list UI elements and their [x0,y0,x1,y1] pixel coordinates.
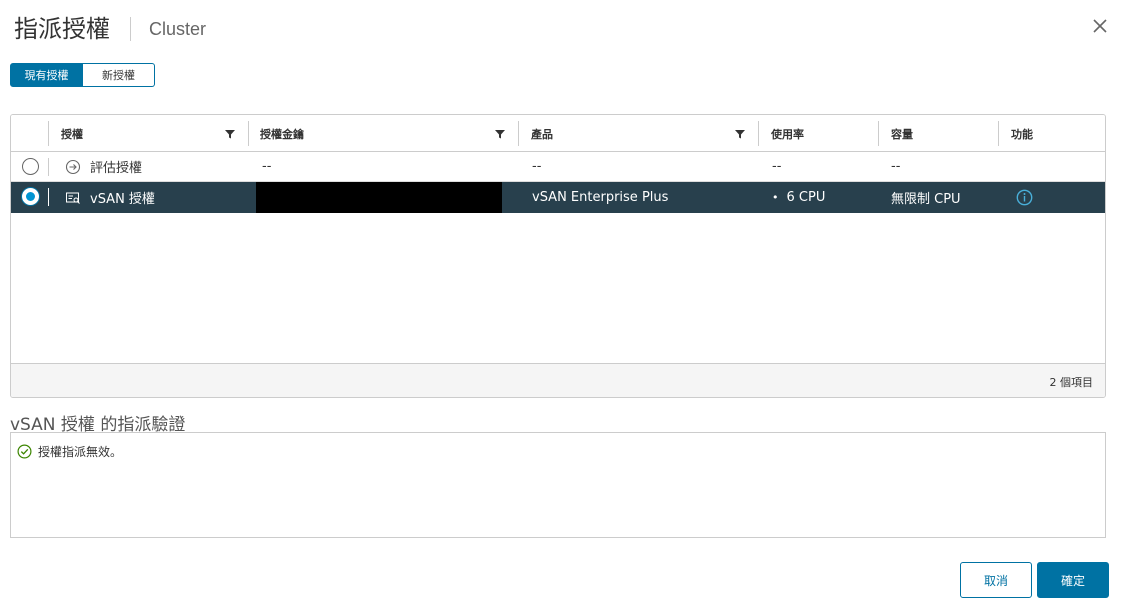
bullet: • [772,191,779,204]
ok-button[interactable]: 確定 [1037,562,1109,598]
license-name: 評估授權 [90,161,143,176]
row-divider [48,188,49,206]
usage-cell: • 6 CPU [772,182,825,213]
cancel-button[interactable]: 取消 [960,562,1032,598]
tab-existing-license[interactable]: 現有授權 [10,63,83,87]
column-header-feature[interactable]: 功能 [1011,115,1033,152]
usage-value: 6 CPU [786,190,826,205]
dialog-subtitle: Cluster [149,18,207,39]
dialog-title: 指派授權 [14,15,110,43]
license-key-redacted [256,182,502,213]
column-header-product[interactable]: 產品 [531,115,553,152]
check-circle-icon [17,444,32,459]
feature-cell[interactable] [1016,182,1033,213]
usage-cell: -- [772,159,782,174]
column-header-capacity[interactable]: 容量 [891,115,913,152]
row-radio-selected[interactable] [22,188,39,205]
column-divider[interactable] [758,121,759,146]
column-divider[interactable] [518,121,519,146]
license-tabs: 現有授權 新授權 [10,63,155,87]
validation-message-row: 授權指派無效。 [17,443,122,460]
license-icon [66,192,80,204]
license-name: vSAN 授權 [90,192,155,207]
dialog-header: 指派授權 Cluster [14,12,206,46]
capacity-cell: -- [891,159,901,174]
license-key-cell: -- [262,159,272,174]
filter-icon[interactable] [225,129,235,139]
tab-new-license[interactable]: 新授權 [83,63,155,87]
capacity-cell: 無限制 CPU [891,192,961,207]
validation-panel: 授權指派無效。 [10,432,1106,538]
column-header-license[interactable]: 授權 [61,115,83,152]
grid-footer: 2 個項目 [11,363,1105,397]
product-cell: -- [532,159,542,174]
license-name-cell: vSAN 授權 [65,182,155,213]
info-icon[interactable] [1016,189,1033,206]
column-header-usage[interactable]: 使用率 [771,115,804,152]
license-name-cell: 評估授權 [65,152,142,181]
product-cell: vSAN Enterprise Plus [532,190,669,205]
validation-message: 授權指派無效。 [38,445,123,459]
column-divider[interactable] [998,121,999,146]
filter-icon[interactable] [495,129,505,139]
item-count: 2 個項目 [1049,376,1094,389]
row-radio[interactable] [22,158,39,175]
grid-header: 授權 授權金鑰 產品 使用率 容量 功能 [11,115,1105,152]
column-divider[interactable] [248,121,249,146]
row-divider [48,158,49,176]
title-divider [130,17,131,41]
table-row-selected[interactable]: vSAN 授權 vSAN Enterprise Plus • 6 CPU 無限制… [11,182,1105,213]
column-header-license-key[interactable]: 授權金鑰 [260,115,304,152]
table-row[interactable]: 評估授權 -- -- -- -- [11,152,1105,182]
close-button[interactable] [1091,17,1109,35]
column-divider [48,121,49,146]
column-divider[interactable] [878,121,879,146]
arrow-circle-icon [65,159,81,174]
license-grid: 授權 授權金鑰 產品 使用率 容量 功能 評估授權 -- -- -- -- vS… [10,114,1106,398]
filter-icon[interactable] [735,129,745,139]
close-icon [1093,19,1107,33]
